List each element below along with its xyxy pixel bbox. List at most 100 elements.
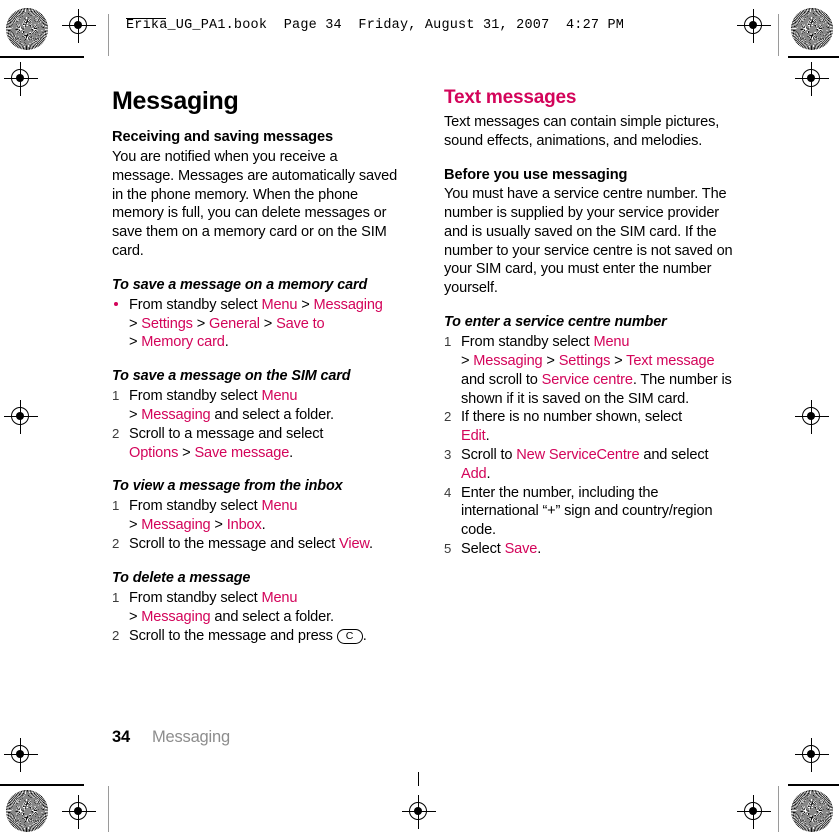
manual-page: Messaging Receiving and saving messages …	[0, 0, 839, 840]
step-text-run: >	[192, 315, 210, 332]
step-number: 2	[444, 409, 452, 425]
list-item: 2 If there is no number shown, select Edi…	[444, 408, 734, 446]
ui-path-term: Save	[504, 541, 538, 557]
step-text: From standby select Menu > Messaging > Se…	[129, 297, 383, 351]
step-text-run: Enter the number, including the internat…	[461, 484, 713, 539]
ui-path-term: Messaging	[141, 517, 211, 534]
step-text-run: Scroll to a message and select	[129, 425, 324, 442]
ui-path-term: Save message	[194, 444, 290, 461]
step-text-run: and select	[639, 446, 709, 463]
footer-page-number: 34	[112, 728, 130, 746]
step-text-run: Select	[461, 541, 505, 557]
step-text-run: >	[610, 352, 627, 369]
right-column: Text messages Text messages can contain …	[444, 87, 734, 559]
ui-path-term: Menu	[261, 388, 298, 405]
step-number: 1	[444, 334, 452, 350]
step-text: Scroll to the message and select View.	[129, 536, 373, 552]
step-text: Scroll to a message and select Options > …	[129, 426, 323, 461]
paragraph-text-messages-intro: Text messages can contain simple picture…	[444, 113, 720, 149]
step-number: 2	[112, 425, 120, 441]
paragraph-receiving-and-saving-messages: You are notified when you receive a mess…	[112, 148, 398, 259]
step-number: 5	[444, 541, 452, 556]
step-text-run: If there is no number shown, select	[461, 409, 683, 426]
step-text-run: .	[486, 465, 491, 482]
list-item: 1 From standby select Menu > Messaging > …	[444, 333, 734, 408]
step-text-run: From standby select	[129, 589, 262, 606]
procedure-steps-enter-service-centre-number: 1 From standby select Menu > Messaging > …	[444, 333, 734, 559]
ui-path-term: Menu	[593, 334, 630, 351]
left-column: Messaging Receiving and saving messages …	[112, 88, 402, 645]
procedure-steps-save-to-memory-card: From standby select Menu > Messaging > Se…	[112, 296, 402, 352]
clear-key-icon: C	[336, 628, 363, 644]
list-item: 1 From standby select Menu > Messaging an…	[112, 589, 402, 627]
ui-path-term: Add	[461, 465, 487, 482]
ui-path-term: Text message	[626, 352, 715, 369]
list-item: From standby select Menu > Messaging > Se…	[112, 296, 402, 352]
step-text: From standby select Menu > Messaging > In…	[129, 498, 298, 534]
step-text-run: >	[129, 407, 142, 424]
subhead-receiving-and-saving-messages: Receiving and saving messages	[112, 129, 333, 146]
step-number: 1	[112, 388, 120, 404]
step-text-run: .	[224, 334, 229, 351]
step-text-run: Scroll to	[461, 446, 517, 463]
list-item: 1 From standby select Menu > Messaging an…	[112, 387, 402, 425]
step-text-run: >	[297, 296, 314, 313]
step-text-run: .	[289, 444, 294, 461]
step-number: 1	[112, 498, 120, 514]
procedure-steps-delete-a-message: 1 From standby select Menu > Messaging an…	[112, 589, 402, 645]
step-number: 2	[112, 536, 120, 552]
step-text: If there is no number shown, select Edit.	[461, 409, 682, 444]
step-text-run: and scroll to	[461, 371, 542, 388]
step-text-run: .	[537, 541, 542, 557]
list-item: 2 Scroll to the message and press C.	[112, 627, 402, 646]
step-number: 4	[444, 484, 452, 500]
list-item: 4 Enter the number, including the intern…	[444, 484, 734, 540]
ui-path-term: General	[209, 315, 260, 332]
section-title-text-messages: Text messages	[444, 87, 577, 108]
step-text-run: >	[129, 315, 142, 332]
ui-path-term: Messaging	[473, 352, 543, 369]
step-text: Scroll to New ServiceCentre and select Ad…	[461, 446, 709, 482]
step-text-run: >	[129, 334, 142, 351]
ui-path-term: Settings	[141, 315, 193, 332]
procedure-title-delete-a-message: To delete a message	[112, 569, 251, 586]
step-text-run: .	[485, 428, 490, 445]
step-text-run: From standby select	[129, 296, 262, 313]
procedure-title-save-to-memory-card: To save a message on a memory card	[112, 276, 368, 293]
step-text: Enter the number, including the internat…	[461, 484, 713, 539]
step-text-run: From standby select	[129, 498, 262, 515]
paragraph-before-you-use-messaging: You must have a service centre number. T…	[444, 186, 733, 297]
step-text-run: >	[210, 517, 227, 534]
bullet-icon	[114, 301, 118, 306]
ui-path-term: Messaging	[141, 608, 211, 625]
procedure-title-enter-service-centre-number: To enter a service centre number	[444, 314, 667, 331]
list-item: 1 From standby select Menu > Messaging > …	[112, 497, 402, 535]
ui-path-term: Menu	[261, 498, 298, 515]
list-item: 2 Scroll to the message and select View.	[112, 535, 402, 554]
step-text-run: >	[178, 444, 195, 461]
ui-path-term: Menu	[261, 589, 298, 606]
step-text-run: From standby select	[129, 388, 262, 405]
step-text: Scroll to the message and press C.	[129, 628, 367, 644]
list-item: 3 Scroll to New ServiceCentre and select…	[444, 446, 734, 484]
ui-path-term: Memory card	[141, 334, 225, 351]
procedure-steps-save-on-sim-card: 1 From standby select Menu > Messaging an…	[112, 387, 402, 462]
step-number: 3	[444, 446, 452, 462]
procedure-title-view-message-from-inbox: To view a message from the inbox	[112, 478, 343, 495]
ui-path-term: Save to	[276, 315, 325, 332]
ui-path-term: New ServiceCentre	[516, 446, 640, 463]
ui-path-term: Messaging	[313, 296, 383, 313]
step-text-run: >	[129, 517, 142, 534]
ui-path-term: Menu	[261, 296, 298, 313]
ui-path-term: Edit	[461, 428, 486, 445]
step-text-run: .	[261, 517, 266, 534]
footer-chapter-name: Messaging	[151, 728, 230, 746]
step-number: 2	[112, 627, 120, 643]
page-footer: 34 Messaging	[112, 728, 230, 747]
step-text-run: and select a folder.	[210, 407, 334, 424]
